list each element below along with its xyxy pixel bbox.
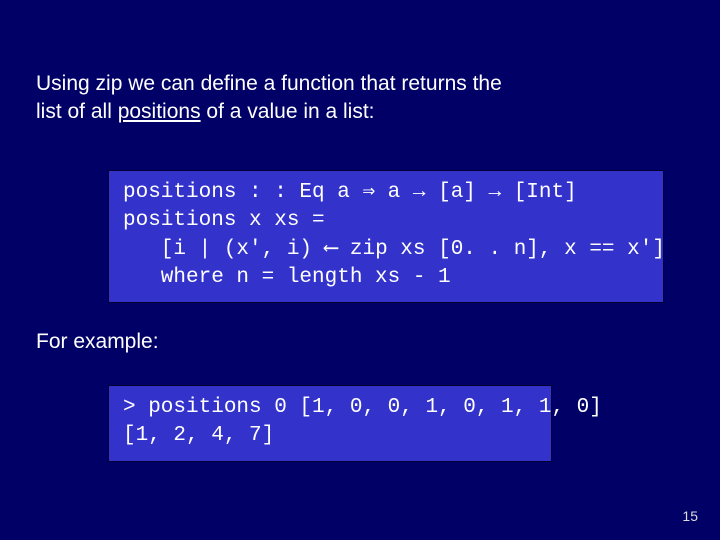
code1-line3: [i | (x', i) ⟵ zip xs [0. . n], x == x'] bbox=[123, 238, 665, 261]
code1-line2: positions x xs = bbox=[123, 209, 325, 232]
code1-line4: where n = length xs - 1 bbox=[123, 266, 451, 289]
intro-line2-pre: list of all bbox=[36, 100, 118, 123]
code-block-example: > positions 0 [1, 0, 0, 1, 0, 1, 1, 0] [… bbox=[108, 385, 552, 462]
for-example-label: For example: bbox=[36, 330, 159, 354]
intro-line2-underline: positions bbox=[118, 100, 201, 123]
page-number: 15 bbox=[682, 508, 698, 524]
code2-line2: [1, 2, 4, 7] bbox=[123, 424, 274, 447]
code2-line1: > positions 0 [1, 0, 0, 1, 0, 1, 1, 0] bbox=[123, 396, 602, 419]
intro-text: Using zip we can define a function that … bbox=[36, 70, 676, 127]
intro-line1: Using zip we can define a function that … bbox=[36, 72, 502, 95]
intro-line2-post: of a value in a list: bbox=[201, 100, 375, 123]
slide: Using zip we can define a function that … bbox=[0, 0, 720, 540]
code1-line1: positions : : Eq a ⇒ a → [a] → [Int] bbox=[123, 181, 577, 204]
code-block-positions: positions : : Eq a ⇒ a → [a] → [Int] pos… bbox=[108, 170, 664, 303]
